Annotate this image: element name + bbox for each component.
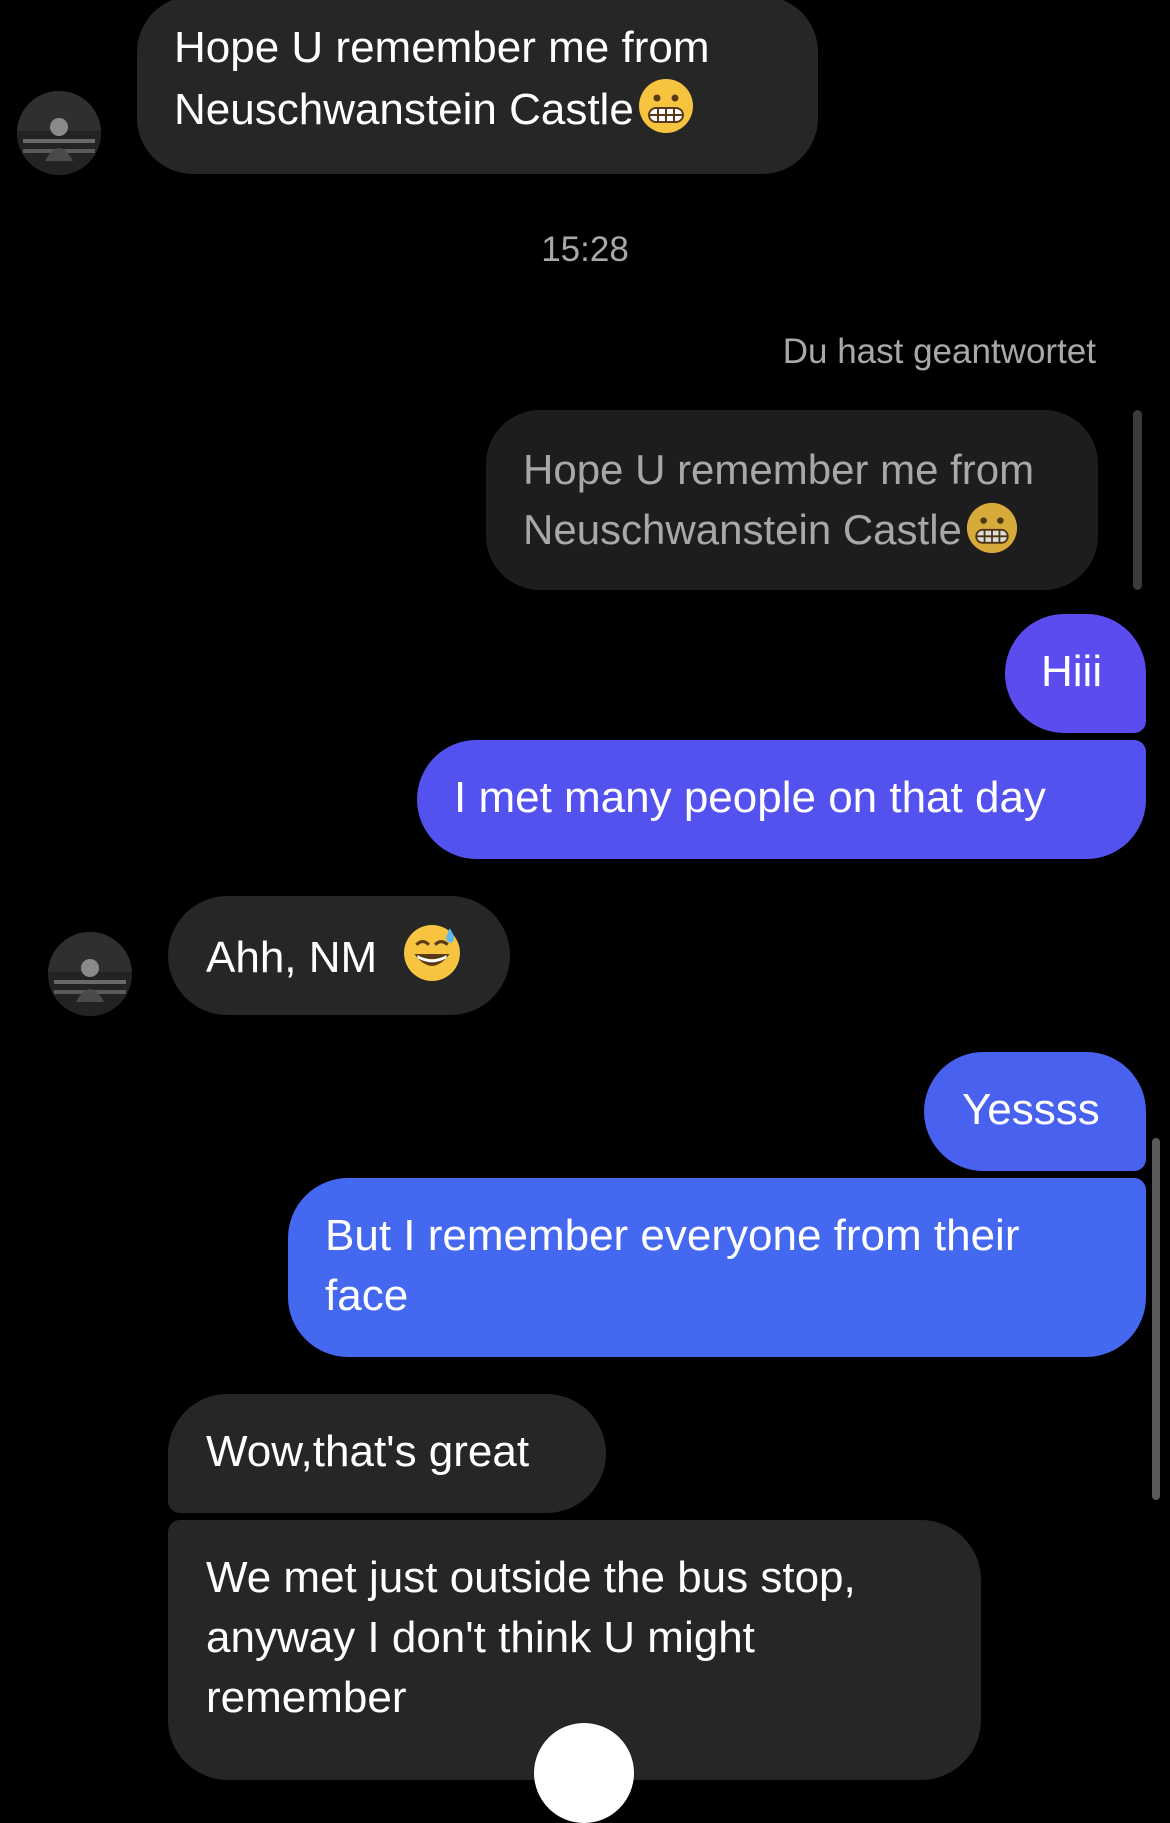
message-text: Yessss	[962, 1085, 1100, 1134]
replied-label: Du hast geantwortet	[782, 332, 1096, 371]
message-text-line: face	[325, 1271, 409, 1320]
quoted-text-line: Neuschwanstein Castle	[523, 500, 1062, 570]
message-text-line: remember	[206, 1673, 407, 1722]
message-text-line: But I remember everyone from their	[325, 1211, 1020, 1260]
message-text: I met many people on that day	[454, 773, 1046, 822]
message-bubble-incoming[interactable]: Hope U remember me from Neuschwanstein C…	[137, 0, 818, 174]
message-text-line: Neuschwanstein Castle	[174, 78, 782, 150]
contact-avatar[interactable]	[48, 932, 132, 1016]
message-timestamp: 15:28	[541, 230, 629, 269]
message-text: Ahh, NM	[206, 933, 378, 982]
quoted-text-line: Hope U remember me from	[523, 446, 1035, 493]
contact-avatar[interactable]	[17, 91, 101, 175]
reply-indicator-bar	[1133, 410, 1142, 590]
message-bubble-incoming[interactable]: Wow,that's great	[168, 1394, 606, 1513]
grimacing-face-emoji-icon	[638, 78, 694, 150]
message-text-line: We met just outside the bus stop,	[206, 1553, 856, 1602]
scroll-down-button[interactable]	[534, 1723, 634, 1823]
message-text: Hiii	[1041, 647, 1103, 696]
message-bubble-outgoing[interactable]: But I remember everyone from their face	[288, 1178, 1146, 1357]
message-bubble-outgoing[interactable]: I met many people on that day	[417, 740, 1146, 859]
message-bubble-outgoing[interactable]: Yessss	[924, 1052, 1146, 1171]
grinning-sweat-emoji-icon	[403, 924, 461, 998]
message-text-line: Hope U remember me from	[174, 23, 710, 72]
quoted-reply-message[interactable]: Hope U remember me from Neuschwanstein C…	[486, 410, 1098, 590]
grimacing-face-emoji-icon	[966, 502, 1018, 570]
message-text-line: anyway I don't think U might	[206, 1613, 755, 1662]
message-text: Wow,that's great	[206, 1427, 530, 1476]
message-bubble-outgoing[interactable]: Hiii	[1005, 614, 1146, 733]
message-bubble-incoming[interactable]: Ahh, NM	[168, 896, 510, 1015]
scrollbar[interactable]	[1152, 1138, 1160, 1500]
